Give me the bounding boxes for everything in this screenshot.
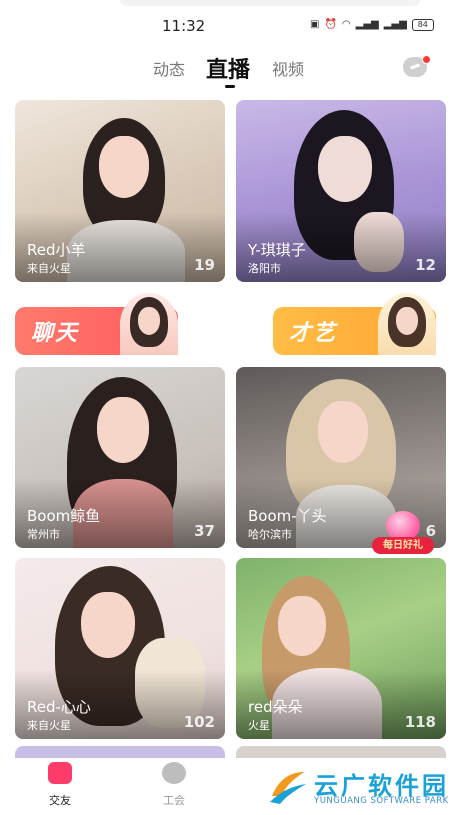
guild-icon xyxy=(162,762,186,784)
alarm-icon: ⏰ xyxy=(324,19,337,30)
streamer-location: 来自火星 xyxy=(27,262,71,275)
wifi-icon: ◠ xyxy=(341,19,351,30)
viewer-count: 19 xyxy=(194,256,215,274)
viewer-count: 102 xyxy=(183,713,215,731)
daily-gift-badge[interactable]: 每日好礼 xyxy=(372,511,434,555)
chat-banner-avatar xyxy=(120,293,178,355)
viewer-count: 37 xyxy=(194,522,215,540)
viewer-count: 118 xyxy=(404,713,436,731)
streamer-location: 哈尔滨市 xyxy=(248,528,292,541)
signal-icon: ▂▄▆ xyxy=(383,19,407,30)
home-icon xyxy=(48,762,72,784)
top-tabs: 动态 直播 视频 xyxy=(0,48,458,96)
streamer-location: 洛阳市 xyxy=(248,262,281,275)
message-button[interactable] xyxy=(403,55,431,77)
talent-banner-label: 才艺 xyxy=(289,321,338,346)
talent-banner[interactable]: 才艺 xyxy=(273,293,436,358)
live-card[interactable]: Red小羊 来自火星 19 xyxy=(15,100,225,282)
status-bar-notch xyxy=(120,0,420,6)
tab-live[interactable]: 直播 xyxy=(206,52,250,84)
daily-gift-label: 每日好礼 xyxy=(372,537,434,554)
live-feed-screen: 11:32 ▣ ⏰ ◠ ▂▄▆ ▂▄▆ 84 动态 直播 视频 Red小羊 来自… xyxy=(0,0,458,815)
battery-icon: 84 xyxy=(411,19,434,31)
tab-dynamic[interactable]: 动态 xyxy=(153,56,185,80)
status-time: 11:32 xyxy=(162,17,206,35)
tab-active-indicator xyxy=(225,85,235,88)
tab-video[interactable]: 视频 xyxy=(272,56,304,80)
live-card[interactable]: Y-琪琪子 洛阳市 12 xyxy=(236,100,446,282)
streamer-name: Red-心心 xyxy=(27,698,91,716)
streamer-name: Red小羊 xyxy=(27,241,86,259)
streamer-location: 来自火星 xyxy=(27,719,71,732)
status-bar: 11:32 ▣ ⏰ ◠ ▂▄▆ ▂▄▆ 84 xyxy=(0,0,458,46)
chat-banner-label: 聊天 xyxy=(31,321,80,346)
live-card[interactable]: Red-心心 来自火星 102 xyxy=(15,558,225,739)
live-card[interactable]: red朵朵 火星 118 xyxy=(236,558,446,739)
nfc-icon: ▣ xyxy=(310,19,320,30)
signal-icon: ▂▄▆ xyxy=(355,19,379,30)
streamer-name: Y-琪琪子 xyxy=(248,241,306,259)
live-card[interactable]: Boom鲸鱼 常州市 37 xyxy=(15,367,225,548)
nav-friends[interactable]: 交友 xyxy=(30,762,90,808)
unread-dot xyxy=(422,55,431,64)
streamer-name: Boom鲸鱼 xyxy=(27,507,101,525)
watermark-logo xyxy=(270,772,306,804)
streamer-location: 火星 xyxy=(248,719,270,732)
talent-banner-avatar xyxy=(378,293,436,355)
nav-guild-label: 工会 xyxy=(163,794,185,807)
status-icons: ▣ ⏰ ◠ ▂▄▆ ▂▄▆ 84 xyxy=(310,19,434,31)
nav-friends-label: 交友 xyxy=(49,794,71,807)
viewer-count: 12 xyxy=(415,256,436,274)
watermark: 云广软件园 YUNGUANG SOFTWARE PARK xyxy=(268,762,456,812)
nav-guild[interactable]: 工会 xyxy=(144,762,204,808)
streamer-location: 常州市 xyxy=(27,528,60,541)
streamer-name: red朵朵 xyxy=(248,698,303,716)
chat-banner[interactable]: 聊天 xyxy=(15,293,178,358)
streamer-name: Boom-丫头 xyxy=(248,507,327,525)
watermark-en: YUNGUANG SOFTWARE PARK xyxy=(314,796,449,806)
